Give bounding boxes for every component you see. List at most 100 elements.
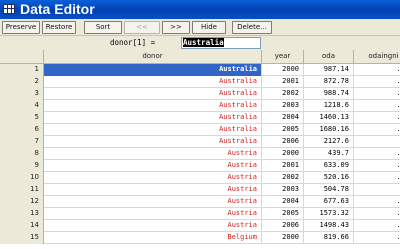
table-row[interactable]: 9Austria2001633.09.34 bbox=[0, 160, 400, 172]
table-row[interactable]: 10Austria2002520.16.26 bbox=[0, 172, 400, 184]
cell-year[interactable]: 2004 bbox=[262, 112, 304, 124]
cell-year[interactable]: 2001 bbox=[262, 160, 304, 172]
row-number[interactable]: 12 bbox=[0, 196, 44, 208]
column-header-donor[interactable]: donor bbox=[44, 50, 262, 64]
table-row[interactable]: 1Australia2000987.14.27 bbox=[0, 64, 400, 76]
row-number[interactable]: 14 bbox=[0, 220, 44, 232]
row-number[interactable]: 15 bbox=[0, 232, 44, 244]
cell-year[interactable]: 2000 bbox=[262, 64, 304, 76]
cell-oda[interactable]: 633.09 bbox=[304, 160, 354, 172]
cell-donor[interactable]: Australia bbox=[44, 100, 262, 112]
table-row[interactable]: 8Austria2000439.7.23 bbox=[0, 148, 400, 160]
row-number[interactable]: 6 bbox=[0, 124, 44, 136]
table-row[interactable]: 14Austria20061498.43.47 bbox=[0, 220, 400, 232]
cell-year[interactable]: 2006 bbox=[262, 136, 304, 148]
table-row[interactable]: 11Austria2003504.78.2 bbox=[0, 184, 400, 196]
cell-odaingni[interactable]: .3 bbox=[354, 136, 400, 148]
row-number[interactable]: 10 bbox=[0, 172, 44, 184]
cell-oda[interactable]: 1573.32 bbox=[304, 208, 354, 220]
cell-donor[interactable]: Australia bbox=[44, 136, 262, 148]
cell-donor[interactable]: Australia bbox=[44, 112, 262, 124]
cell-donor[interactable]: Austria bbox=[44, 148, 262, 160]
cell-oda[interactable]: 2127.6 bbox=[304, 136, 354, 148]
column-header-oda[interactable]: oda bbox=[304, 50, 354, 64]
cell-odaingni[interactable]: .25 bbox=[354, 124, 400, 136]
cell-odaingni[interactable]: .26 bbox=[354, 172, 400, 184]
table-row[interactable]: 15Belgium2000819.66.36 bbox=[0, 232, 400, 244]
cell-oda[interactable]: 439.7 bbox=[304, 148, 354, 160]
row-number[interactable]: 13 bbox=[0, 208, 44, 220]
cell-year[interactable]: 2003 bbox=[262, 184, 304, 196]
previous-button[interactable]: << bbox=[124, 21, 160, 34]
cell-year[interactable]: 2000 bbox=[262, 148, 304, 160]
cell-oda[interactable]: 819.66 bbox=[304, 232, 354, 244]
cell-odaingni[interactable]: .25 bbox=[354, 112, 400, 124]
cell-oda[interactable]: 1218.6 bbox=[304, 100, 354, 112]
cell-odaingni[interactable]: .52 bbox=[354, 208, 400, 220]
cell-year[interactable]: 2001 bbox=[262, 76, 304, 88]
cell-donor[interactable]: Belgium bbox=[44, 232, 262, 244]
cell-oda[interactable]: 1498.43 bbox=[304, 220, 354, 232]
cell-donor[interactable]: Australia bbox=[44, 88, 262, 100]
row-number[interactable]: 7 bbox=[0, 136, 44, 148]
hide-button[interactable]: Hide bbox=[192, 21, 226, 34]
cell-donor[interactable]: Australia bbox=[44, 76, 262, 88]
cell-odaingni[interactable]: .36 bbox=[354, 232, 400, 244]
table-row[interactable]: 3Australia2002988.74.26 bbox=[0, 88, 400, 100]
column-header-odaingni[interactable]: odaingni bbox=[354, 50, 400, 64]
table-row[interactable]: 6Australia20051680.16.25 bbox=[0, 124, 400, 136]
cell-donor[interactable]: Austria bbox=[44, 160, 262, 172]
table-row[interactable]: 12Austria2004677.63.23 bbox=[0, 196, 400, 208]
cell-oda[interactable]: 1680.16 bbox=[304, 124, 354, 136]
cell-year[interactable]: 2006 bbox=[262, 220, 304, 232]
row-number[interactable]: 8 bbox=[0, 148, 44, 160]
cell-year[interactable]: 2002 bbox=[262, 88, 304, 100]
cell-oda[interactable]: 988.74 bbox=[304, 88, 354, 100]
cell-odaingni[interactable]: .25 bbox=[354, 100, 400, 112]
cell-donor[interactable]: Austria bbox=[44, 184, 262, 196]
cell-year[interactable]: 2004 bbox=[262, 196, 304, 208]
row-number[interactable]: 9 bbox=[0, 160, 44, 172]
cell-oda[interactable]: 504.78 bbox=[304, 184, 354, 196]
table-row[interactable]: 4Australia20031218.6.25 bbox=[0, 100, 400, 112]
cell-oda[interactable]: 872.78 bbox=[304, 76, 354, 88]
cell-donor[interactable]: Australia bbox=[44, 64, 262, 76]
column-header-year[interactable]: year bbox=[262, 50, 304, 64]
row-number[interactable]: 5 bbox=[0, 112, 44, 124]
cell-odaingni[interactable]: .23 bbox=[354, 148, 400, 160]
row-number[interactable]: 3 bbox=[0, 88, 44, 100]
cell-odaingni[interactable]: .2 bbox=[354, 184, 400, 196]
cell-donor[interactable]: Austria bbox=[44, 172, 262, 184]
cell-year[interactable]: 2000 bbox=[262, 232, 304, 244]
cell-oda[interactable]: 520.16 bbox=[304, 172, 354, 184]
cell-year[interactable]: 2002 bbox=[262, 172, 304, 184]
cell-odaingni[interactable]: .27 bbox=[354, 64, 400, 76]
delete-button[interactable]: Delete... bbox=[232, 21, 272, 34]
cell-odaingni[interactable]: .47 bbox=[354, 220, 400, 232]
table-row[interactable]: 2Australia2001872.78.25 bbox=[0, 76, 400, 88]
restore-button[interactable]: Restore bbox=[42, 21, 76, 34]
preserve-button[interactable]: Preserve bbox=[2, 21, 40, 34]
next-button[interactable]: >> bbox=[162, 21, 190, 34]
cell-year[interactable]: 2005 bbox=[262, 208, 304, 220]
cell-odaingni[interactable]: .25 bbox=[354, 76, 400, 88]
table-row[interactable]: 13Austria20051573.32.52 bbox=[0, 208, 400, 220]
row-number[interactable]: 2 bbox=[0, 76, 44, 88]
table-row[interactable]: 7Australia20062127.6.3 bbox=[0, 136, 400, 148]
cell-donor[interactable]: Australia bbox=[44, 124, 262, 136]
cell-year[interactable]: 2005 bbox=[262, 124, 304, 136]
cell-oda[interactable]: 1460.13 bbox=[304, 112, 354, 124]
cell-year[interactable]: 2003 bbox=[262, 100, 304, 112]
cell-donor[interactable]: Austria bbox=[44, 196, 262, 208]
row-number[interactable]: 1 bbox=[0, 64, 44, 76]
cell-donor[interactable]: Austria bbox=[44, 208, 262, 220]
cell-odaingni[interactable]: .23 bbox=[354, 196, 400, 208]
cell-oda[interactable]: 677.63 bbox=[304, 196, 354, 208]
row-number[interactable]: 4 bbox=[0, 100, 44, 112]
table-row[interactable]: 5Australia20041460.13.25 bbox=[0, 112, 400, 124]
row-number[interactable]: 11 bbox=[0, 184, 44, 196]
cell-donor[interactable]: Austria bbox=[44, 220, 262, 232]
cell-odaingni[interactable]: .34 bbox=[354, 160, 400, 172]
sort-button[interactable]: Sort bbox=[84, 21, 122, 34]
cell-value-input[interactable]: Australia bbox=[181, 37, 261, 49]
